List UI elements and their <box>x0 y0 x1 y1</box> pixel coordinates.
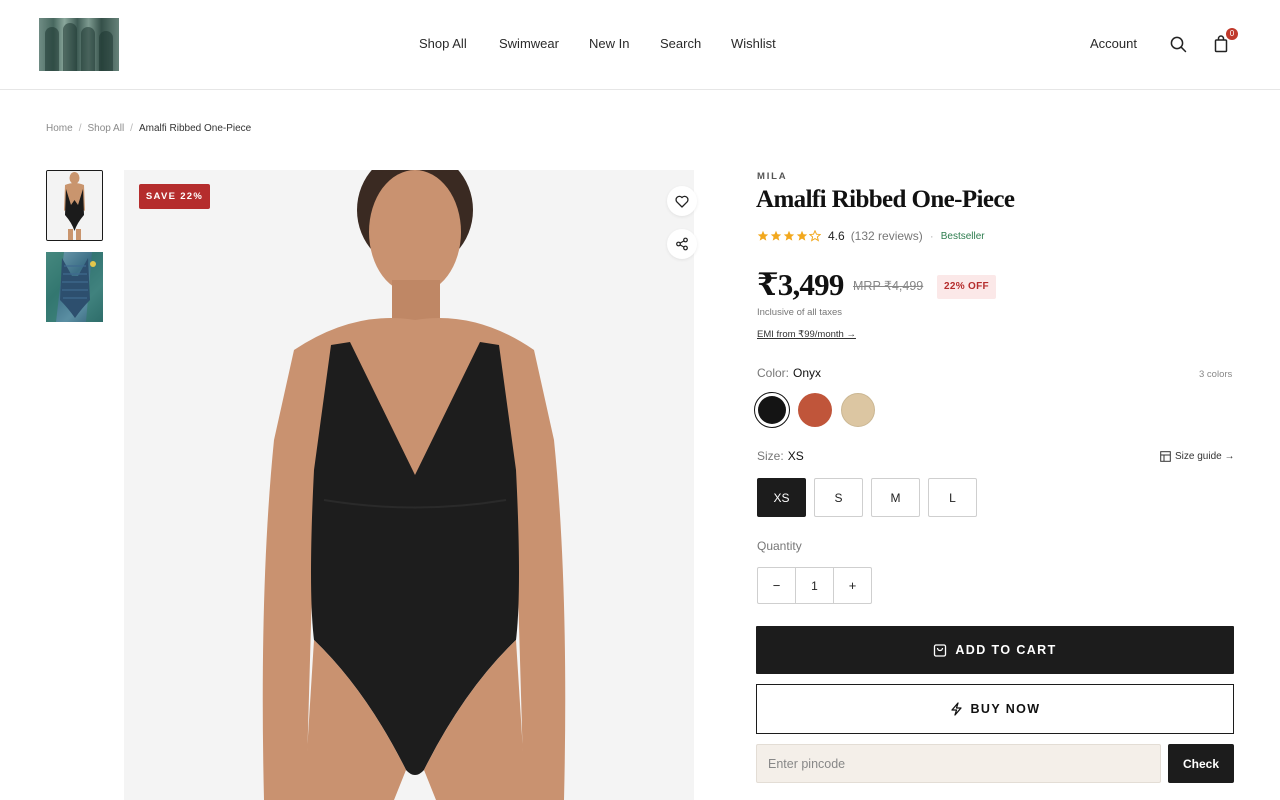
breadcrumb-current: Amalfi Ribbed One-Piece <box>138 123 252 134</box>
quantity-stepper: − 1 + <box>757 567 872 604</box>
color-swatch-sand[interactable] <box>841 393 875 427</box>
nav-wishlist[interactable]: Wishlist <box>731 34 776 54</box>
star-outline-icon <box>809 230 821 242</box>
rating-value: 4.6 <box>828 229 845 243</box>
star-icon <box>796 230 808 241</box>
search-icon[interactable] <box>1167 33 1189 55</box>
breadcrumb-shop-all[interactable]: Shop All <box>87 123 124 134</box>
breadcrumb-separator: / <box>78 123 82 134</box>
size-label: Size: XS <box>757 449 804 463</box>
nav-shop-all[interactable]: Shop All <box>419 34 467 54</box>
thumbnail-2[interactable] <box>46 252 103 322</box>
account-link[interactable]: Account <box>1090 34 1137 54</box>
size-guide-link[interactable]: Size guide → <box>1160 451 1234 462</box>
taxes-note: Inclusive of all taxes <box>757 307 843 318</box>
rating-separator: · <box>929 229 934 243</box>
lightning-icon <box>950 702 962 716</box>
add-to-cart-button[interactable]: ADD TO CART <box>756 626 1234 674</box>
selected-size: XS <box>787 449 804 463</box>
site-header: Shop All Swimwear New In Search Wishlist… <box>0 0 1280 90</box>
ruler-icon <box>1160 451 1171 462</box>
breadcrumb: Home / Shop All / Amalfi Ribbed One-Piec… <box>46 123 251 134</box>
share-icon[interactable] <box>667 229 697 259</box>
star-icon <box>770 230 782 241</box>
color-swatch-onyx[interactable] <box>754 392 790 428</box>
size-option-s[interactable]: S <box>814 478 863 517</box>
star-rating <box>757 230 821 242</box>
star-icon <box>757 230 769 241</box>
discount-badge: 22% OFF <box>937 275 996 299</box>
nav-search[interactable]: Search <box>660 34 701 54</box>
star-icon <box>783 230 795 241</box>
check-pincode-button[interactable]: Check <box>1168 744 1234 783</box>
size-option-xs[interactable]: XS <box>757 478 806 517</box>
nav-swimwear[interactable]: Swimwear <box>499 34 559 54</box>
product-brand: MILA <box>757 171 788 182</box>
product-title: Amalfi Ribbed One-Piece <box>756 186 1015 213</box>
nav-new-in[interactable]: New In <box>589 34 629 54</box>
emi-link[interactable]: EMI from ₹99/month → <box>757 329 856 340</box>
size-option-m[interactable]: M <box>871 478 920 517</box>
pincode-input[interactable] <box>756 744 1161 783</box>
heart-icon[interactable] <box>667 186 697 216</box>
main-nav: Shop All Swimwear New In Search Wishlist <box>0 34 1280 54</box>
product-rating: 4.6 (132 reviews) · Bestseller <box>757 227 985 245</box>
mrp-price: MRP ₹4,499 <box>853 279 924 293</box>
save-badge: SAVE 22% <box>139 184 210 209</box>
bestseller-tag: Bestseller <box>940 230 985 242</box>
cart-count-badge: 0 <box>1226 28 1238 40</box>
quantity-value[interactable]: 1 <box>795 568 834 603</box>
main-product-image[interactable] <box>124 170 694 800</box>
review-count-link[interactable]: (132 reviews) <box>851 229 923 243</box>
breadcrumb-separator: / <box>130 123 133 134</box>
bag-icon <box>934 644 947 657</box>
size-option-l[interactable]: L <box>928 478 977 517</box>
quantity-label: Quantity <box>757 539 802 553</box>
breadcrumb-home[interactable]: Home <box>46 123 73 134</box>
color-label: Color: Onyx <box>757 366 822 380</box>
buy-now-button[interactable]: BUY NOW <box>756 684 1234 734</box>
quantity-decrease-button[interactable]: − <box>758 568 795 603</box>
thumbnail-1[interactable] <box>46 170 103 241</box>
colors-count: 3 colors <box>1199 369 1233 380</box>
color-swatch-terracotta[interactable] <box>798 393 832 427</box>
sale-price: ₹3,499 <box>757 267 844 302</box>
selected-color: Onyx <box>793 366 822 380</box>
quantity-increase-button[interactable]: + <box>834 568 871 603</box>
